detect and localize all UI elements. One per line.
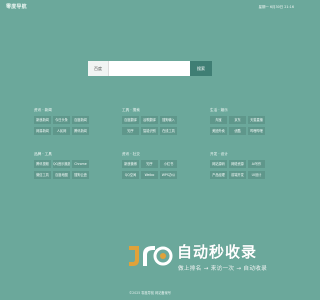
watermark-slogan: 做上排名 → 来访一次 → 自动收录	[178, 266, 268, 272]
nav-link[interactable]: 人民网	[53, 127, 70, 135]
nav-link[interactable]: 知乎	[141, 160, 158, 168]
nav-link[interactable]: Chrome	[72, 160, 89, 168]
auto-index-logo-icon	[129, 246, 173, 266]
nav-link[interactable]: 百度新闻	[72, 116, 89, 124]
header: 零度导航 星期一 6月30日 21:16	[0, 0, 300, 14]
nav-link[interactable]: 网易新闻	[34, 127, 51, 135]
link-group: 资讯 · 新闻 新浪新闻 今日头条 百度新闻 网易新闻 人民网 腾讯新闻	[34, 108, 89, 135]
link-group: 品牌 · 工具 腾讯视频 QQ音乐播放 Chrome 微信工具 百度地图 搜狗云…	[34, 152, 89, 179]
group-title: 资讯 · 新闻	[34, 108, 52, 112]
group-title: 资讯 · 社交	[122, 152, 140, 156]
nav-link[interactable]: UI设计	[248, 171, 265, 179]
group-title: 开发 · 设计	[210, 152, 228, 156]
nav-link[interactable]: Ai写作	[248, 160, 265, 168]
group-title: 品牌 · 工具	[34, 152, 52, 156]
nav-link[interactable]: 百度翻译	[122, 116, 139, 124]
nav-link[interactable]: 腾讯新闻	[72, 127, 89, 135]
site-logo[interactable]: 零度导航	[6, 3, 27, 10]
link-group: 工具 · 搜索 百度翻译 谷歌翻译 搜狗输入 知乎 智能识别 在线工具	[122, 108, 177, 135]
nav-link[interactable]: 搜狗输入	[160, 116, 177, 124]
search-bar: 百度 搜索	[88, 61, 212, 76]
nav-link[interactable]: 前端开发	[229, 171, 246, 179]
watermark-title: 自动秒收录	[177, 243, 258, 261]
link-group: 资讯 · 社交 新浪微博 知乎 小红书 QQ空间 Weibo WPS办公	[122, 152, 177, 179]
watermark: 自动秒收录 做上排名 → 来访一次 → 自动收录	[125, 238, 285, 278]
group-title: 工具 · 搜索	[122, 108, 140, 112]
nav-link[interactable]: 网络资源	[229, 160, 246, 168]
nav-link[interactable]: 淘宝	[210, 116, 227, 124]
link-group: 开发 · 设计 网站源码 网络资源 Ai写作 产品经理 前端开发 UI设计	[210, 152, 265, 179]
search-input[interactable]	[109, 61, 190, 76]
nav-link[interactable]: WPS办公	[160, 171, 177, 179]
group-title: 生活 · 娱乐	[210, 108, 228, 112]
nav-link[interactable]: 在线工具	[160, 127, 177, 135]
link-group: 生活 · 娱乐 淘宝 京东 天猫直播 美团外卖 优酷 哔哩哔哩	[210, 108, 265, 135]
footer: ©2025 零度导航 网站备案号	[128, 291, 171, 295]
search-engine-select[interactable]: 百度	[88, 61, 109, 76]
nav-link[interactable]: 今日头条	[53, 116, 70, 124]
nav-link[interactable]: 百度地图	[53, 171, 70, 179]
nav-link[interactable]: 优酷	[229, 127, 246, 135]
nav-link[interactable]: 腾讯视频	[34, 160, 51, 168]
nav-link[interactable]: 哔哩哔哩	[248, 127, 265, 135]
nav-link[interactable]: 网站源码	[210, 160, 227, 168]
nav-link[interactable]: 天猫直播	[248, 116, 265, 124]
nav-link[interactable]: 微信工具	[34, 171, 51, 179]
nav-link[interactable]: 谷歌翻译	[141, 116, 158, 124]
search-button[interactable]: 搜索	[190, 61, 212, 76]
nav-link[interactable]: 产品经理	[210, 171, 227, 179]
nav-link[interactable]: Weibo	[141, 171, 158, 179]
nav-link[interactable]: 新浪微博	[122, 160, 139, 168]
nav-link[interactable]: QQ空间	[122, 171, 139, 179]
nav-link[interactable]: 小红书	[160, 160, 177, 168]
nav-link[interactable]: 美团外卖	[210, 127, 227, 135]
nav-link[interactable]: 智能识别	[141, 127, 158, 135]
nav-link[interactable]: 京东	[229, 116, 246, 124]
nav-link[interactable]: QQ音乐播放	[53, 160, 70, 168]
nav-link[interactable]: 知乎	[122, 127, 139, 135]
nav-link[interactable]: 搜狗云盘	[72, 171, 89, 179]
nav-link[interactable]: 新浪新闻	[34, 116, 51, 124]
date-time: 星期一 6月30日 21:16	[258, 5, 294, 9]
